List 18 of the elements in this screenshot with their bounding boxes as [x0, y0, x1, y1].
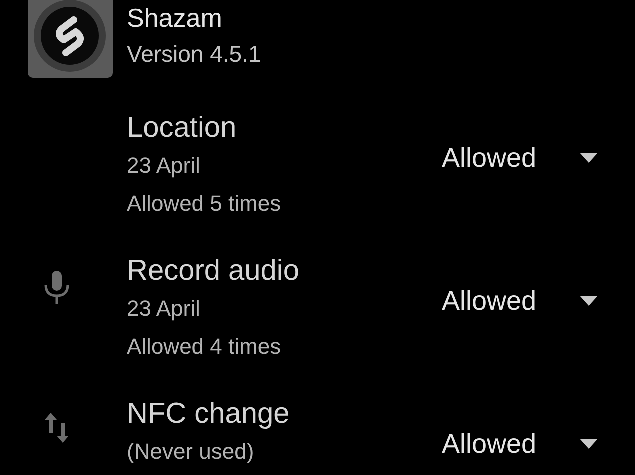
app-version: Version 4.5.1 [127, 40, 262, 69]
caret-icon [580, 439, 598, 449]
permission-title: Record audio [127, 254, 300, 289]
app-name: Shazam [127, 2, 224, 35]
permission-title: Location [127, 111, 238, 146]
permission-detail: (Never used) [127, 438, 256, 466]
permission-dropdown[interactable]: Allowed [442, 141, 602, 175]
permission-detail: 23 April [127, 152, 202, 180]
permission-detail: Allowed 4 times [127, 333, 282, 361]
permission-detail: 23 April [127, 295, 202, 323]
caret-icon [580, 153, 598, 163]
microphone-icon [44, 270, 70, 304]
up-down-arrows-icon [44, 413, 68, 443]
permission-detail: Allowed 5 times [127, 190, 282, 218]
caret-icon [580, 296, 598, 306]
permission-dropdown[interactable]: Allowed [442, 284, 602, 318]
permission-dropdown[interactable]: Allowed [442, 427, 602, 461]
permission-title: NFC change [127, 397, 291, 432]
